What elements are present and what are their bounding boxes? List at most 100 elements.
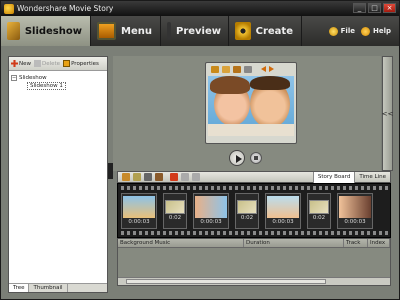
clip-thumbnail [195, 196, 227, 218]
title-bar: Wondershare Movie Story _ □ × [1, 1, 399, 16]
film-sprocket [118, 231, 390, 235]
tree-root-label: Slideshow [19, 75, 47, 81]
open-folder-icon[interactable] [211, 65, 219, 73]
film-sprocket [118, 186, 390, 190]
folder-icon[interactable] [122, 173, 130, 181]
app-icon [4, 3, 14, 14]
create-icon [235, 22, 251, 40]
transition-thumbnail [165, 200, 185, 214]
project-toolbar: New Delete Properties [9, 57, 107, 71]
clip-thumbnail [267, 196, 299, 218]
tab-thumbnail[interactable]: Thumbnail [29, 284, 68, 292]
window-controls: _ □ × [353, 3, 396, 13]
project-panel: New Delete Properties − Slideshow Slides… [8, 56, 108, 293]
clip-duration: 0:00:03 [344, 219, 366, 225]
column-duration[interactable]: Duration [244, 239, 344, 247]
scrollbar-thumb[interactable] [126, 279, 326, 284]
music-track-table: Background Music Duration Track Index [117, 238, 391, 286]
new-button[interactable]: New [11, 60, 31, 67]
tab-preview[interactable]: Preview [161, 16, 229, 46]
clip-transition[interactable]: 0:02 [307, 193, 331, 229]
toolbar-right: File Help [328, 16, 399, 46]
help-label: Help [372, 27, 391, 35]
properties-label: Properties [71, 60, 99, 67]
main-toolbar: Slideshow Menu Preview Create File Help [1, 16, 399, 46]
track-header: Background Music Duration Track Index [118, 239, 390, 248]
tab-slideshow[interactable]: Slideshow [1, 16, 91, 46]
previous-arrow-icon[interactable] [261, 66, 266, 72]
properties-icon [63, 60, 71, 67]
tab-label: Preview [176, 25, 222, 37]
clip-photo[interactable]: 0:00:03 [121, 193, 157, 229]
clip-duration: 0:00:03 [272, 219, 294, 225]
tab-tree[interactable]: Tree [9, 284, 30, 292]
window-title: Wondershare Movie Story [17, 4, 114, 13]
clip-thumbnail [123, 196, 155, 218]
tab-label: Slideshow [24, 25, 82, 37]
play-button[interactable] [229, 150, 245, 166]
clip-list: 0:00:03 0:02 0:00:03 0:02 0:00:03 0:02 0… [121, 193, 373, 229]
preview-area: << [113, 56, 393, 171]
preview-icon [167, 22, 171, 40]
close-button[interactable]: × [383, 3, 396, 13]
delete-label: Delete [42, 60, 61, 67]
storyboard-toolbar: Story Board Time Line [117, 171, 391, 183]
clip-photo[interactable]: 0:00:03 [193, 193, 229, 229]
clip-duration: 0:02 [168, 215, 182, 221]
minimize-button[interactable]: _ [353, 3, 366, 13]
help-icon [360, 26, 370, 36]
column-index[interactable]: Index [368, 239, 390, 247]
panel-tabs: Tree Thumbnail [9, 283, 107, 292]
delete-button[interactable]: Delete [34, 60, 60, 67]
clip-transition[interactable]: 0:02 [163, 193, 187, 229]
app-window: Wondershare Movie Story _ □ × Slideshow … [0, 0, 400, 300]
maximize-button[interactable]: □ [368, 3, 381, 13]
clip-thumbnail [339, 196, 371, 218]
delete-icon [34, 60, 41, 67]
effects-icon[interactable] [133, 173, 141, 181]
tree-item-slideshow-1[interactable]: Slideshow 1 [27, 82, 66, 90]
new-label: New [19, 60, 31, 67]
tab-create[interactable]: Create [229, 16, 302, 46]
plus-icon [11, 60, 18, 67]
transition-thumbnail [309, 200, 329, 214]
crop-icon[interactable] [170, 173, 178, 181]
clip-duration: 0:02 [312, 215, 326, 221]
next-arrow-icon[interactable] [269, 66, 274, 72]
zoom-in-icon[interactable] [192, 173, 200, 181]
file-button[interactable]: File [328, 26, 355, 36]
clip-duration: 0:00:03 [128, 219, 150, 225]
transition-thumbnail [237, 200, 257, 214]
playback-controls [229, 150, 262, 166]
tree-item-root[interactable]: − Slideshow [11, 74, 105, 82]
clip-photo[interactable]: 0:00:03 [265, 193, 301, 229]
tab-timeline[interactable]: Time Line [354, 171, 390, 183]
clip-transition[interactable]: 0:02 [235, 193, 259, 229]
settings-icon[interactable] [244, 65, 252, 73]
edit-tool-icon[interactable] [155, 173, 163, 181]
collapse-panel-button[interactable]: << [382, 56, 393, 171]
save-folder-icon[interactable] [233, 65, 241, 73]
add-folder-icon[interactable] [222, 65, 230, 73]
zoom-out-icon[interactable] [181, 173, 189, 181]
tab-menu[interactable]: Menu [91, 16, 161, 46]
preview-photo [208, 76, 294, 136]
help-button[interactable]: Help [360, 26, 391, 36]
view-tabs: Story Board Time Line [312, 171, 390, 183]
clip-duration: 0:00:03 [200, 219, 222, 225]
horizontal-scrollbar[interactable] [118, 277, 390, 285]
column-track[interactable]: Track [344, 239, 368, 247]
tab-label: Menu [121, 25, 152, 37]
text-icon[interactable] [144, 173, 152, 181]
slideshow-icon [7, 22, 20, 40]
properties-button[interactable]: Properties [63, 60, 99, 67]
stop-button[interactable] [250, 152, 262, 164]
clip-photo[interactable]: 0:00:03 [337, 193, 373, 229]
column-background-music[interactable]: Background Music [118, 239, 244, 247]
project-tree: − Slideshow Slideshow 1 [9, 71, 107, 93]
preview-frame [205, 62, 297, 144]
clip-duration: 0:02 [240, 215, 254, 221]
tab-storyboard[interactable]: Story Board [312, 171, 355, 183]
collapse-icon[interactable]: − [11, 75, 17, 81]
tab-label: Create [255, 25, 293, 37]
